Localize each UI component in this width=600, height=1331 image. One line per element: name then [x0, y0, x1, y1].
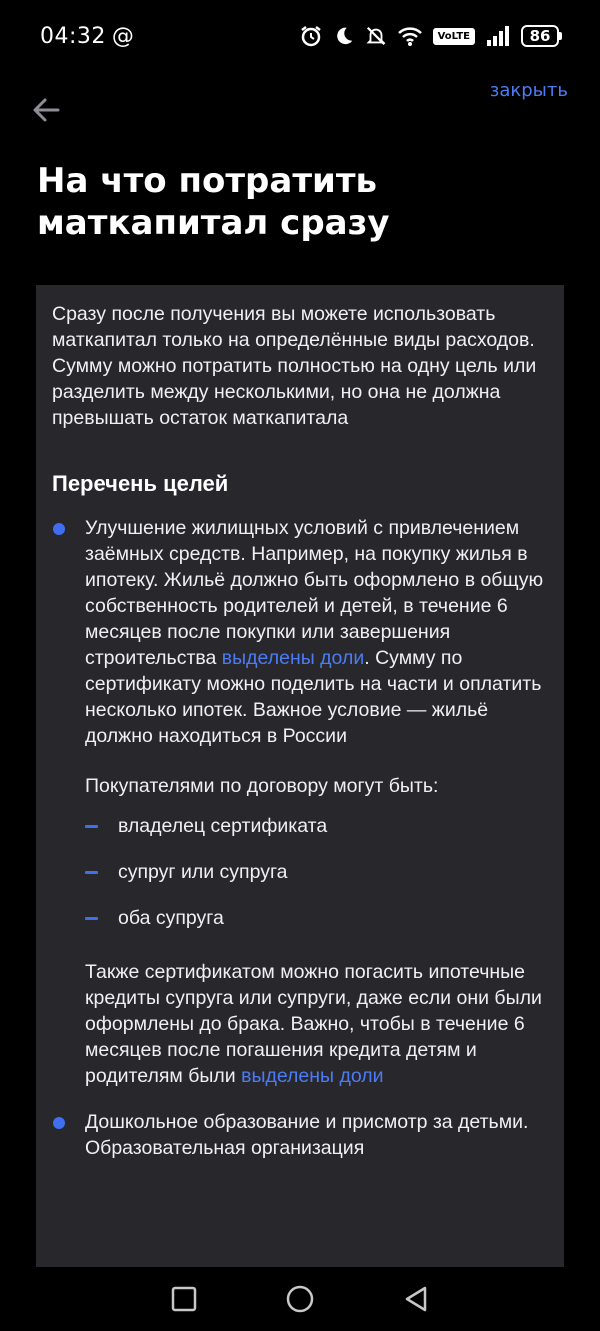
signal-icon: [485, 25, 511, 47]
status-time: 04:32 @: [40, 24, 134, 49]
back-button[interactable]: [28, 92, 64, 128]
moon-icon: [333, 25, 355, 47]
bell-off-icon: [365, 25, 387, 47]
goal-text: Улучшение жилищных условий с привлечение…: [85, 517, 544, 747]
circle-icon: [286, 1285, 314, 1313]
system-nav-bar: [0, 1267, 600, 1331]
shares-link-2[interactable]: выделены доли: [241, 1065, 383, 1087]
list-item: оба супруга: [85, 905, 548, 951]
goal-item-preschool: Дошкольное образование и присмотр за дет…: [52, 1109, 548, 1161]
system-back-button[interactable]: [401, 1284, 431, 1314]
goal-item-mortgage: Улучшение жилищных условий с привлечение…: [52, 515, 548, 1089]
at-icon: @: [111, 23, 135, 49]
extra-text: Также сертификатом можно погасить ипотеч…: [85, 961, 542, 1087]
section-title: Перечень целей: [52, 471, 229, 496]
dash-icon: [85, 825, 98, 828]
arrow-left-icon: [33, 98, 60, 122]
list-item: супруг или супруга: [85, 859, 548, 905]
alarm-icon: [299, 24, 323, 48]
recent-apps-button[interactable]: [169, 1284, 199, 1314]
page-title: На что потратить маткапитал сразу: [37, 161, 390, 243]
shares-link[interactable]: выделены доли: [222, 647, 364, 669]
triangle-back-icon: [405, 1286, 427, 1312]
buyers-intro: Покупателями по договору могут быть:: [85, 775, 439, 797]
square-icon: [171, 1286, 197, 1312]
wifi-icon: [397, 25, 423, 47]
clock: 04:32: [40, 23, 106, 49]
list-item: владелец сертификата: [85, 813, 548, 859]
battery-icon: 86: [521, 25, 562, 47]
volte-badge: VoLTE: [432, 27, 475, 45]
intro-text: Сразу после получения вы можете использо…: [52, 303, 537, 429]
home-button[interactable]: [285, 1284, 315, 1314]
close-link[interactable]: закрыть: [490, 80, 568, 101]
dash-icon: [85, 917, 98, 920]
dash-icon: [85, 871, 98, 874]
top-nav: закрыть: [0, 78, 600, 138]
status-bar: 04:32 @ VoLTE 86: [0, 0, 600, 72]
bullet-dot-icon: [53, 523, 65, 535]
content-card: Сразу после получения вы можете использо…: [36, 285, 564, 1267]
buyers-list: владелец сертификата супруг или супруга …: [85, 813, 548, 951]
status-icons: VoLTE 86: [299, 24, 562, 48]
battery-level: 86: [521, 25, 559, 47]
goal-text: Дошкольное образование и присмотр за дет…: [85, 1111, 529, 1159]
bullet-dot-icon: [53, 1117, 65, 1129]
